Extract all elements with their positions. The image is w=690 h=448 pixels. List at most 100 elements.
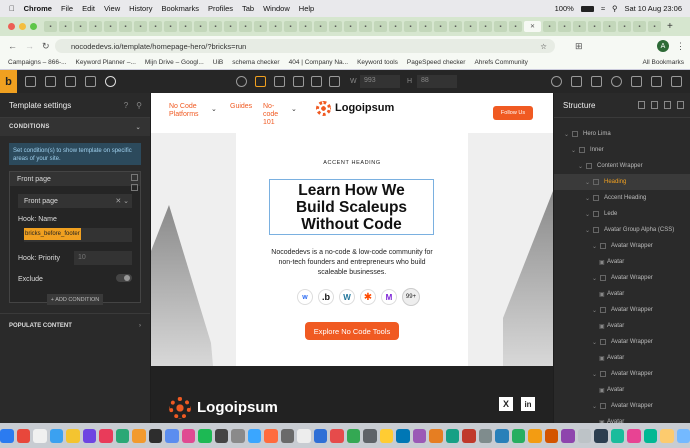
all-bookmarks[interactable]: All Bookmarks [642,59,690,66]
bookmark-item[interactable]: Campaigns – 866-... [8,59,67,66]
dock-app-icon[interactable] [412,428,426,443]
structure-item[interactable]: ▣Avatar [554,286,690,302]
preview-eye-icon[interactable] [651,76,662,87]
dock-app-icon[interactable] [264,428,278,443]
collapse-icon[interactable] [664,101,671,109]
copy-icon[interactable] [131,174,138,181]
search-icon[interactable]: ⚲ [136,101,142,110]
browser-tab[interactable]: ▪ [618,21,631,32]
add-condition-button[interactable]: + ADD CONDITION [47,294,103,305]
chevron-down-icon[interactable]: ⌄ [592,403,600,410]
zapier-icon[interactable]: ✱ [360,289,376,305]
browser-tab[interactable]: ▪ [633,21,646,32]
structure-item[interactable]: ⌄ Avatar Wrapper [554,398,690,414]
condition-select[interactable]: Front page ✕ ⌄ [18,194,132,208]
structure-item[interactable]: ▣Avatar [554,254,690,270]
dock-app-icon[interactable] [82,428,96,443]
dock-app-icon[interactable] [49,428,63,443]
dock-app-icon[interactable] [330,428,344,443]
bricks-logo[interactable]: b [0,70,17,93]
browser-tab[interactable]: ▪ [434,21,447,32]
browser-tab[interactable]: ▪ [224,21,237,32]
browser-tab[interactable]: ▪ [389,21,402,32]
menu-profiles[interactable]: Profiles [208,4,233,13]
dock-app-icon[interactable] [198,428,212,443]
browser-tab[interactable]: ▪ [194,21,207,32]
wordpress-icon[interactable]: W [339,289,355,305]
dock-app-icon[interactable] [313,428,327,443]
browser-tab[interactable]: ▪ [494,21,507,32]
menu-help[interactable]: Help [299,4,314,13]
dock-app-icon[interactable] [643,428,657,443]
nav-no-code-platforms[interactable]: No Code Platforms [169,103,205,119]
code-icon[interactable] [571,76,582,87]
help-icon[interactable]: ? [124,101,128,110]
linkedin-icon[interactable]: in [521,397,535,411]
footer-logo-icon[interactable] [169,397,191,419]
dock-app-icon[interactable] [462,428,476,443]
menu-view[interactable]: View [104,4,120,13]
webflow-icon[interactable]: w [297,289,313,305]
browser-tab[interactable]: ▪ [543,21,556,32]
browser-tab[interactable]: ▪ [179,21,192,32]
dock-app-icon[interactable] [231,428,245,443]
chevron-down-icon[interactable]: ⌄ [564,131,572,138]
delete-icon[interactable] [131,184,138,191]
search-icon[interactable]: ⚲ [612,4,618,13]
chevron-down-icon[interactable]: ⌄ [136,124,141,131]
height-input[interactable]: 88 [417,75,457,88]
dock-app-icon[interactable] [445,428,459,443]
wordpress-icon[interactable] [611,76,622,87]
chevron-down-icon[interactable]: ⌄ [585,227,593,234]
browser-tab[interactable]: ▪ [588,21,601,32]
dock-app-icon[interactable] [610,428,624,443]
bookmark-item[interactable]: Keyword Planner –... [76,59,136,66]
settings-gear-icon[interactable] [105,76,116,87]
menu-file[interactable]: File [61,4,73,13]
chevron-down-icon[interactable]: ⌄ [578,163,586,170]
clock[interactable]: Sat 10 Aug 23:06 [624,4,682,13]
structure-item[interactable]: ⌄ Avatar Wrapper [554,270,690,286]
site-logo-text[interactable]: Logoipsum [335,102,394,114]
browser-tab[interactable]: ▪ [648,21,661,32]
browser-tab[interactable]: ▪ [284,21,297,32]
reload-icon[interactable]: ↻ [42,41,50,52]
structure-item[interactable]: ⌄ Avatar Wrapper [554,366,690,382]
chevron-down-icon[interactable]: ⌄ [291,105,297,113]
menu-app[interactable]: Chrome [24,4,52,13]
browser-tab[interactable]: ▪ [329,21,342,32]
browser-tab[interactable]: ▪ [149,21,162,32]
nav-no-code-101[interactable]: No-code 101 [263,103,283,127]
dock-app-icon[interactable] [544,428,558,443]
dock-app-icon[interactable] [346,428,360,443]
populate-content-heading[interactable]: POPULATE CONTENT [9,323,72,329]
browser-tab[interactable]: ▪ [449,21,462,32]
element-icon[interactable]: ▣ [599,259,607,266]
dock-app-icon[interactable] [16,428,30,443]
bookmark-item[interactable]: Mijn Drive – Googl... [145,59,204,66]
dock-app-icon[interactable] [396,428,410,443]
dock-app-icon[interactable] [33,428,47,443]
priority-input[interactable]: 10 [74,251,132,265]
dock-app-icon[interactable] [247,428,261,443]
layers-stack-icon[interactable] [591,76,602,87]
menu-bookmarks[interactable]: Bookmarks [161,4,199,13]
clear-icon[interactable]: ✕ ⌄ [115,197,129,205]
browser-tab[interactable]: ▪ [209,21,222,32]
browser-tab[interactable]: ▪ [359,21,372,32]
condition-title[interactable]: Front page [17,176,51,183]
width-input[interactable]: 993 [360,75,400,88]
browser-tab[interactable]: ▪ [254,21,267,32]
browser-tab[interactable]: ▪ [558,21,571,32]
dock-app-icon[interactable] [148,428,162,443]
structure-panel-icon[interactable] [671,76,682,87]
minimize-window-icon[interactable] [19,23,26,30]
footer-logo-text[interactable]: Logoipsum [197,399,278,416]
dock-app-icon[interactable] [297,428,311,443]
bookmark-star-icon[interactable]: ☆ [540,42,547,51]
browser-tab[interactable]: ▪ [44,21,57,32]
dock-app-icon[interactable] [528,428,542,443]
x-twitter-icon[interactable]: X [499,397,513,411]
battery-icon[interactable] [580,5,594,12]
dock-app-icon[interactable] [132,428,146,443]
